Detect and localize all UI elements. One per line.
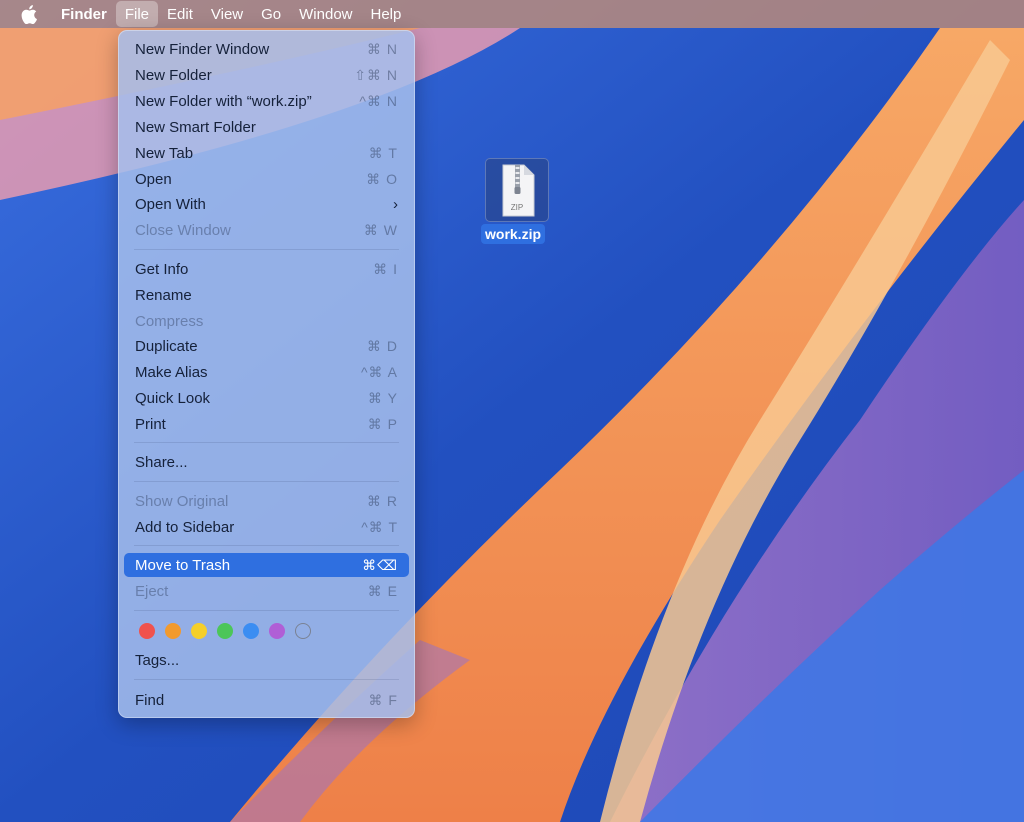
tag-purple-dot[interactable] (269, 623, 285, 639)
menu-item-new-tab[interactable]: New Tab ⌘ T (124, 141, 409, 165)
menu-item-shortcut: ⌘⌫ (362, 556, 398, 573)
menu-item-shortcut: ⇧⌘ N (354, 66, 398, 83)
menu-item-shortcut: ⌘ F (368, 691, 398, 708)
menu-item-label: Tags... (135, 651, 180, 669)
menu-item-label: Close Window (135, 221, 231, 239)
menu-item-label: Quick Look (135, 389, 211, 407)
menu-item-duplicate[interactable]: Duplicate ⌘ D (124, 334, 409, 358)
menu-item-print[interactable]: Print ⌘ P (124, 412, 409, 436)
tag-yellow-dot[interactable] (191, 623, 207, 639)
file-name-label[interactable]: work.zip (481, 224, 546, 244)
tag-red-dot[interactable] (139, 623, 155, 639)
menu-item-move-to-trash[interactable]: Move to Trash ⌘⌫ (124, 553, 409, 577)
menu-item-shortcut: ⌘ O (366, 170, 398, 187)
menu-separator (134, 481, 399, 482)
menubar-go[interactable]: Go (252, 0, 290, 28)
zip-icon-text: ZIP (510, 203, 524, 212)
menu-item-label: New Tab (135, 144, 194, 162)
menu-item-shortcut: ⌘ D (367, 337, 398, 354)
menu-item-shortcut: ⌘ W (363, 221, 398, 238)
menu-item-shortcut: ^⌘ N (359, 92, 398, 109)
menu-item-label: Share... (135, 453, 188, 471)
menu-item-shortcut: ⌘ N (367, 40, 398, 57)
menu-separator (134, 610, 399, 611)
menu-item-add-to-sidebar[interactable]: Add to Sidebar ^⌘ T (124, 515, 409, 539)
menubar-help[interactable]: Help (362, 0, 411, 28)
menu-item-shortcut: ^⌘ T (361, 518, 398, 535)
menu-item-show-original[interactable]: Show Original ⌘ R (124, 489, 409, 513)
menu-item-new-smart-folder[interactable]: New Smart Folder (124, 115, 409, 139)
tag-green-dot[interactable] (217, 623, 233, 639)
menu-item-eject[interactable]: Eject ⌘ E (124, 579, 409, 603)
menu-item-label: Make Alias (135, 363, 208, 381)
menu-separator (134, 679, 399, 680)
file-menu-dropdown: New Finder Window ⌘ N New Folder ⇧⌘ N Ne… (118, 30, 415, 718)
tag-color-row (139, 623, 311, 639)
desktop-file-work-zip[interactable]: ZIP work.zip (480, 158, 550, 248)
menu-item-shortcut: ⌘ R (367, 492, 398, 509)
menu-item-share[interactable]: Share... (124, 450, 409, 474)
menu-item-rename[interactable]: Rename (124, 283, 409, 307)
menu-item-label: Get Info (135, 260, 189, 278)
menu-item-label: Show Original (135, 492, 229, 510)
menubar-edit[interactable]: Edit (158, 0, 202, 28)
menu-separator (134, 442, 399, 443)
menu-item-shortcut: ^⌘ A (360, 363, 398, 380)
menu-item-label: Open With (135, 195, 206, 213)
menu-item-close-window[interactable]: Close Window ⌘ W (124, 218, 409, 242)
menu-item-shortcut: ⌘ Y (368, 389, 398, 406)
menu-item-label: Rename (135, 286, 192, 304)
menu-item-find[interactable]: Find ⌘ F (124, 688, 409, 712)
menu-item-tags[interactable]: Tags... (124, 648, 409, 672)
tag-none-dot[interactable] (295, 623, 311, 639)
menu-item-label: Print (135, 415, 166, 433)
menu-item-label: New Folder (135, 66, 212, 84)
menu-item-label: Compress (135, 312, 204, 330)
menu-item-get-info[interactable]: Get Info ⌘ I (124, 257, 409, 281)
menu-item-make-alias[interactable]: Make Alias ^⌘ A (124, 360, 409, 384)
menu-item-compress[interactable]: Compress (124, 309, 409, 333)
menu-item-shortcut: ⌘ I (373, 260, 398, 277)
menu-separator (134, 545, 399, 546)
menu-item-label: Add to Sidebar (135, 518, 235, 536)
apple-logo-icon (21, 4, 37, 24)
menu-item-label: New Finder Window (135, 40, 270, 58)
menubar-window[interactable]: Window (290, 0, 361, 28)
menu-item-label: Open (135, 170, 172, 188)
menu-item-new-folder-with-selection[interactable]: New Folder with “work.zip” ^⌘ N (124, 89, 409, 113)
menu-item-label: New Smart Folder (135, 118, 256, 136)
menubar-view[interactable]: View (202, 0, 252, 28)
menu-item-label: Duplicate (135, 337, 198, 355)
menu-item-new-folder[interactable]: New Folder ⇧⌘ N (124, 63, 409, 87)
menu-item-new-finder-window[interactable]: New Finder Window ⌘ N (124, 37, 409, 61)
apple-menu[interactable] (14, 4, 44, 24)
menu-item-label: New Folder with “work.zip” (135, 92, 312, 110)
menubar-file[interactable]: File (115, 1, 159, 27)
menu-item-open-with[interactable]: Open With › (124, 192, 409, 216)
menu-item-quick-look[interactable]: Quick Look ⌘ Y (124, 386, 409, 410)
menu-item-label: Move to Trash (135, 556, 231, 574)
menu-item-shortcut: ⌘ E (367, 582, 398, 599)
file-selection-box: ZIP (485, 158, 549, 222)
tag-blue-dot[interactable] (243, 623, 259, 639)
menu-item-shortcut: ⌘ P (367, 415, 398, 432)
chevron-right-icon: › (393, 195, 398, 213)
menubar-app-finder[interactable]: Finder (52, 0, 116, 28)
menu-separator (134, 249, 399, 250)
menu-bar: Finder File Edit View Go Window Help (0, 0, 1024, 28)
menu-item-open[interactable]: Open ⌘ O (124, 167, 409, 191)
menu-item-label: Eject (135, 582, 169, 600)
menu-item-label: Find (135, 691, 165, 709)
menu-item-shortcut: ⌘ T (368, 144, 398, 161)
tag-orange-dot[interactable] (165, 623, 181, 639)
